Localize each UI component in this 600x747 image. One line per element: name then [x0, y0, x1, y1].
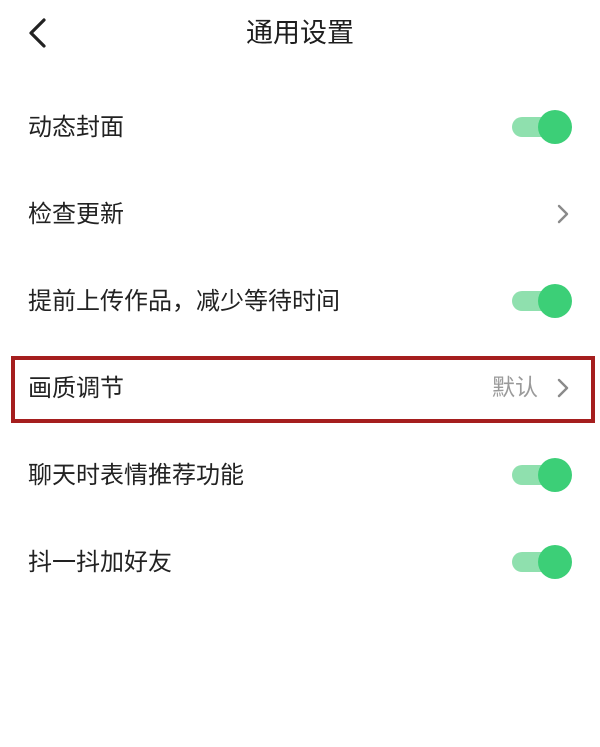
setting-label: 聊天时表情推荐功能 — [28, 460, 244, 489]
chevron-right-icon — [556, 377, 570, 399]
header: 通用设置 — [0, 0, 600, 70]
dynamic-cover-toggle[interactable] — [512, 109, 572, 144]
emoji-recommend-toggle[interactable] — [512, 457, 572, 492]
setting-label: 提前上传作品，减少等待时间 — [28, 286, 340, 315]
toggle-knob — [538, 283, 572, 318]
toggle-knob — [538, 109, 572, 144]
setting-row-check-update[interactable]: 检查更新 — [0, 170, 600, 257]
setting-label: 画质调节 — [28, 373, 124, 402]
setting-label: 检查更新 — [28, 199, 124, 228]
setting-row-quality[interactable]: 画质调节 默认 — [0, 344, 600, 431]
setting-label: 抖一抖加好友 — [28, 547, 172, 576]
setting-row-pre-upload: 提前上传作品，减少等待时间 — [0, 257, 600, 344]
setting-row-dynamic-cover: 动态封面 — [0, 83, 600, 170]
toggle-knob — [538, 457, 572, 492]
setting-label: 动态封面 — [28, 112, 124, 141]
shake-add-friend-toggle[interactable] — [512, 544, 572, 579]
page-title: 通用设置 — [246, 18, 354, 49]
chevron-right-icon — [556, 203, 570, 225]
setting-row-emoji-recommend: 聊天时表情推荐功能 — [0, 431, 600, 518]
setting-row-shake-add-friend: 抖一抖加好友 — [0, 518, 600, 605]
quality-value: 默认 — [492, 374, 538, 401]
settings-list: 动态封面 检查更新 提前上传作品，减少等待时间 画质调节 默认 聊天时表情推荐功… — [0, 83, 600, 605]
pre-upload-toggle[interactable] — [512, 283, 572, 318]
toggle-knob — [538, 544, 572, 579]
